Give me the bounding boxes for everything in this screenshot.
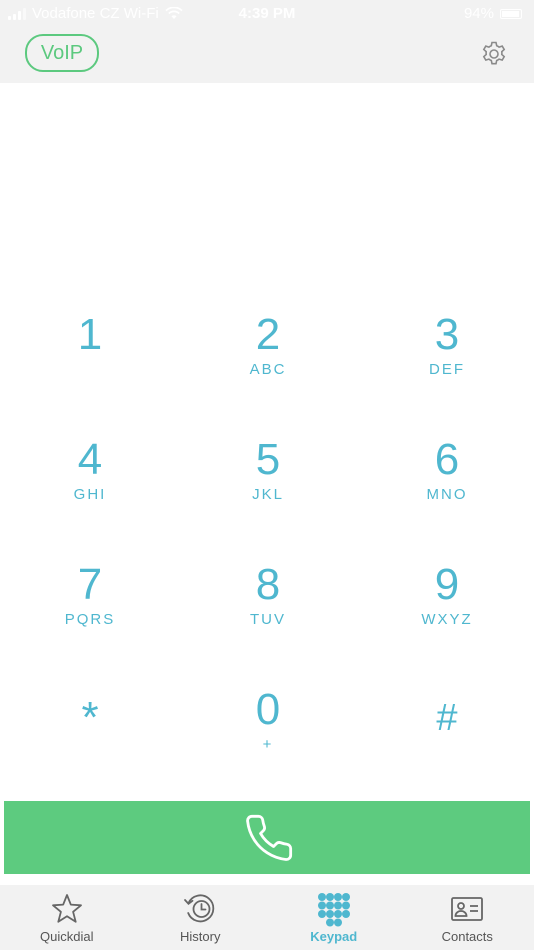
- key-0[interactable]: 0 +: [208, 685, 328, 795]
- battery-icon: [500, 8, 522, 19]
- key-digit: 2: [255, 310, 281, 359]
- tab-keypad[interactable]: Keypad: [267, 885, 401, 950]
- key-letters: TUV: [250, 611, 286, 628]
- tab-label: Keypad: [310, 929, 358, 944]
- key-6[interactable]: 6 MNO: [387, 435, 507, 545]
- tab-label: Contacts: [441, 929, 493, 944]
- key-letters: MNO: [426, 486, 468, 503]
- key-letters: PQRS: [64, 611, 116, 628]
- battery-percent: 94%: [463, 5, 494, 22]
- key-letters: ABC: [249, 361, 287, 378]
- key-digit: *: [81, 693, 99, 742]
- key-digit: 8: [255, 560, 281, 609]
- settings-button[interactable]: [480, 40, 508, 68]
- key-8[interactable]: 8 TUV: [208, 560, 328, 670]
- gear-icon: [482, 41, 506, 65]
- key-letters: JKL: [252, 486, 284, 503]
- status-bar: Vodafone CZ Wi-Fi 4:39 PM 94%: [0, 0, 534, 28]
- key-digit: 4: [77, 435, 103, 484]
- key-star[interactable]: *: [30, 685, 150, 795]
- key-digit: 3: [434, 310, 460, 359]
- tab-label: Quickdial: [40, 929, 94, 944]
- history-icon: [184, 894, 215, 923]
- key-letters: WXYZ: [421, 611, 473, 628]
- key-letters: +: [262, 736, 274, 753]
- key-4[interactable]: 4 GHI: [30, 435, 150, 545]
- key-2[interactable]: 2 ABC: [208, 310, 328, 420]
- header: VoIP: [0, 28, 534, 83]
- battery-fill: [502, 10, 519, 17]
- key-9[interactable]: 9 WXYZ: [387, 560, 507, 670]
- key-digit: 0: [255, 685, 281, 734]
- tab-history[interactable]: History: [134, 885, 268, 950]
- number-display: [0, 83, 534, 293]
- key-3[interactable]: 3 DEF: [387, 310, 507, 420]
- phone-icon: [246, 814, 293, 861]
- call-button[interactable]: [4, 801, 530, 874]
- key-digit: 6: [434, 435, 460, 484]
- key-digit: 7: [77, 560, 103, 609]
- star-icon: [51, 894, 82, 923]
- contact-card-icon: [451, 897, 484, 921]
- keypad-icon: [317, 893, 350, 927]
- key-digit: #: [436, 697, 458, 739]
- tab-label: History: [180, 929, 221, 944]
- key-7[interactable]: 7 PQRS: [30, 560, 150, 670]
- key-digit: 5: [255, 435, 281, 484]
- tab-contacts[interactable]: Contacts: [401, 885, 534, 950]
- key-letters: GHI: [73, 486, 107, 503]
- key-digit: 1: [77, 310, 103, 359]
- key-digit: 9: [434, 560, 460, 609]
- status-right: 94%: [464, 5, 522, 22]
- tab-quickdial[interactable]: Quickdial: [0, 885, 134, 950]
- tab-bar: Quickdial History Keypad Contacts: [0, 885, 534, 950]
- status-time: 4:39 PM: [238, 5, 296, 22]
- key-5[interactable]: 5 JKL: [208, 435, 328, 545]
- key-1[interactable]: 1: [30, 310, 150, 420]
- key-hash[interactable]: #: [387, 685, 507, 795]
- key-letters: DEF: [429, 361, 465, 378]
- voip-button[interactable]: VoIP: [25, 34, 99, 72]
